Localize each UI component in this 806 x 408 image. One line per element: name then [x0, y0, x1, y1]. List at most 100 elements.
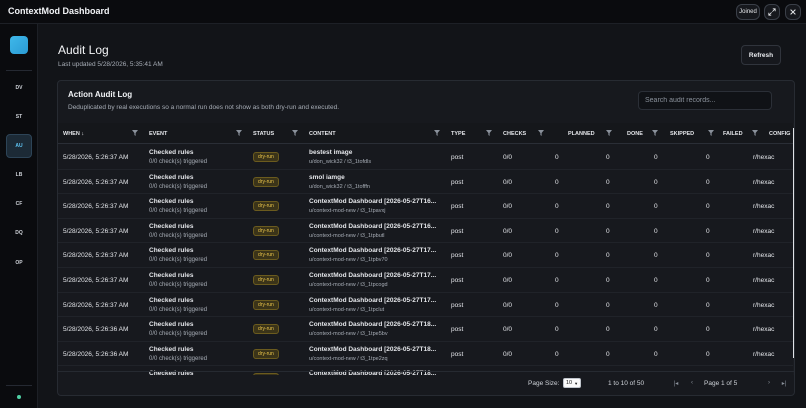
filter-icon[interactable]	[752, 130, 758, 136]
row-failed: 0	[706, 227, 710, 235]
sidebar-item-au[interactable]: AU	[6, 134, 32, 158]
row-event-detail: 0/0 check(s) triggered	[149, 282, 208, 288]
row-done: 0	[606, 350, 610, 358]
row-planned: 0	[555, 277, 559, 284]
page-size-select[interactable]: 10 ▼	[563, 378, 581, 388]
filter-icon[interactable]	[708, 130, 714, 136]
row-planned: 0	[555, 252, 559, 260]
close-icon	[790, 9, 796, 15]
first-page-icon[interactable]: |◂	[672, 379, 680, 387]
vertical-scrollbar-thumb[interactable]	[793, 128, 794, 358]
sidebar-item-cf[interactable]: CF	[6, 192, 32, 216]
next-page-icon[interactable]: ›	[765, 379, 773, 387]
row-content-title: ContextMod Dashboard [2026-05-27T17...	[309, 272, 437, 279]
row-content-author: u/context-mod-new / t3_1tpbutl	[309, 232, 385, 239]
row-when: 5/28/2026, 5:26:36 AM	[63, 350, 129, 358]
previous-page-icon[interactable]: ‹	[688, 379, 696, 387]
row-config: r/hexac	[753, 252, 775, 260]
filter-icon[interactable]	[606, 130, 612, 136]
column-header-event[interactable]: EVENT	[149, 123, 167, 144]
last-page-icon[interactable]: ▸|	[780, 379, 788, 387]
sidebar-item-lb[interactable]: LB	[6, 163, 32, 187]
sidebar-item-op[interactable]: OP	[6, 251, 32, 275]
filter-icon[interactable]	[538, 130, 544, 136]
row-content-title: ContextMod Dashboard [2026-05-27T17...	[309, 247, 437, 255]
table-row[interactable]: 5/28/2026, 5:26:37 AM Checked rules 0/0 ch…	[58, 194, 794, 219]
column-header-planned[interactable]: PLANNED	[568, 123, 595, 144]
sidebar-item-dv[interactable]: DV	[6, 76, 32, 100]
row-done: 0	[606, 154, 610, 161]
table-row[interactable]: 5/28/2026, 5:26:37 AM Checked rules 0/0 ch…	[58, 219, 794, 244]
row-content-author: u/context-mod-new / t3_1tpe2zq	[309, 355, 388, 362]
row-skipped: 0	[654, 178, 658, 186]
column-header-done[interactable]: DONE	[627, 123, 643, 144]
row-when: 5/28/2026, 5:26:37 AM	[63, 227, 129, 235]
row-config: r/hexac	[753, 203, 775, 211]
row-skipped: 0	[654, 227, 658, 235]
row-failed: 0	[706, 350, 710, 358]
row-failed: 0	[706, 203, 710, 211]
chevron-down-icon: ▼	[574, 380, 579, 386]
column-header-status[interactable]: STATUS	[253, 123, 274, 144]
close-button[interactable]	[785, 4, 801, 20]
row-failed: 0	[706, 154, 710, 161]
column-header-failed[interactable]: FAILED	[723, 123, 743, 144]
row-content-title: ContextMod Dashboard [2026-05-27T17...	[309, 296, 437, 304]
row-content-title: bestest image	[309, 149, 353, 156]
row-config: r/hexac	[753, 178, 775, 186]
search-input[interactable]	[638, 91, 772, 110]
row-skipped: 0	[654, 326, 658, 334]
row-type: post	[451, 227, 464, 235]
row-planned: 0	[555, 227, 559, 235]
page-size-value: 10	[566, 380, 573, 386]
table-row[interactable]: 5/28/2026, 5:26:37 AM Checked rules 0/0 ch…	[58, 293, 794, 318]
row-checks: 0/0	[503, 252, 513, 260]
row-content-author: u/context-mod-new / t3_1tpclut	[309, 306, 385, 313]
row-planned: 0	[555, 154, 559, 161]
filter-icon[interactable]	[434, 130, 440, 136]
refresh-button[interactable]: Refresh	[741, 45, 781, 65]
row-checks: 0/0	[503, 326, 513, 334]
row-config: r/hexac	[753, 301, 775, 309]
page-title: Audit Log	[58, 43, 109, 57]
sidebar-item-dq[interactable]: DQ	[6, 221, 32, 245]
row-skipped: 0	[654, 301, 658, 309]
filter-icon[interactable]	[486, 130, 492, 136]
audit-log-card: Action Audit Log Deduplicated by real ex…	[57, 80, 795, 396]
filter-icon[interactable]	[236, 130, 242, 136]
row-event-detail: 0/0 check(s) triggered	[149, 257, 208, 264]
table-row[interactable]: 5/28/2026, 5:26:37 AM Checked rules 0/0 ch…	[58, 243, 794, 268]
table-row[interactable]: 5/28/2026, 5:26:36 AM Checked rules 0/0 ch…	[58, 342, 794, 367]
row-when: 5/28/2026, 5:26:37 AM	[63, 252, 129, 260]
table-row[interactable]: 5/28/2026, 5:26:37 AM Checked rules 0/0 ch…	[58, 268, 794, 293]
row-failed: 0	[706, 252, 710, 260]
table-row[interactable]: 5/28/2026, 5:26:37 AM Checked rules 0/0 ch…	[58, 145, 794, 170]
row-failed: 0	[706, 277, 710, 284]
sidebar-divider	[6, 385, 32, 386]
column-header-checks[interactable]: CHECKS	[503, 123, 526, 144]
row-content-author: u/don_wick32 / t3_1tofdls	[309, 159, 372, 165]
filter-icon[interactable]	[652, 130, 658, 136]
filter-icon[interactable]	[292, 130, 298, 136]
row-when: 5/28/2026, 5:26:36 AM	[63, 326, 129, 334]
row-content-title: ContextMod Dashboard [2026-05-27T16...	[309, 198, 437, 206]
column-header-config[interactable]: CONFIG	[769, 123, 790, 144]
filter-icon[interactable]	[132, 130, 138, 136]
row-when: 5/28/2026, 5:26:37 AM	[63, 301, 129, 309]
table-row[interactable]: 5/28/2026, 5:26:36 AM Checked rules 0/0 ch…	[58, 317, 794, 342]
expand-button[interactable]	[764, 4, 780, 20]
table-row[interactable]: 5/28/2026, 5:26:37 AM Checked rules 0/0 ch…	[58, 170, 794, 195]
row-done: 0	[606, 301, 610, 309]
row-content-author: u/context-mod-new / t3_1tpavxj	[309, 208, 386, 215]
joined-button[interactable]: Joined	[736, 4, 760, 20]
row-config: r/hexac	[753, 154, 775, 161]
sidebar: DV ST AU LB CF DQ OP	[0, 24, 38, 408]
column-header-when[interactable]: WHEN ↓	[63, 123, 84, 144]
table-header: WHEN ↓ EVENT STATUS CONTENT TYPE CHECKS …	[58, 123, 794, 144]
sidebar-item-st[interactable]: ST	[6, 105, 32, 129]
row-event: Checked rules	[149, 173, 194, 181]
column-header-content[interactable]: CONTENT	[309, 123, 336, 144]
column-header-type[interactable]: TYPE	[451, 123, 465, 144]
row-skipped: 0	[654, 154, 658, 161]
column-header-skipped[interactable]: SKIPPED	[670, 123, 694, 144]
